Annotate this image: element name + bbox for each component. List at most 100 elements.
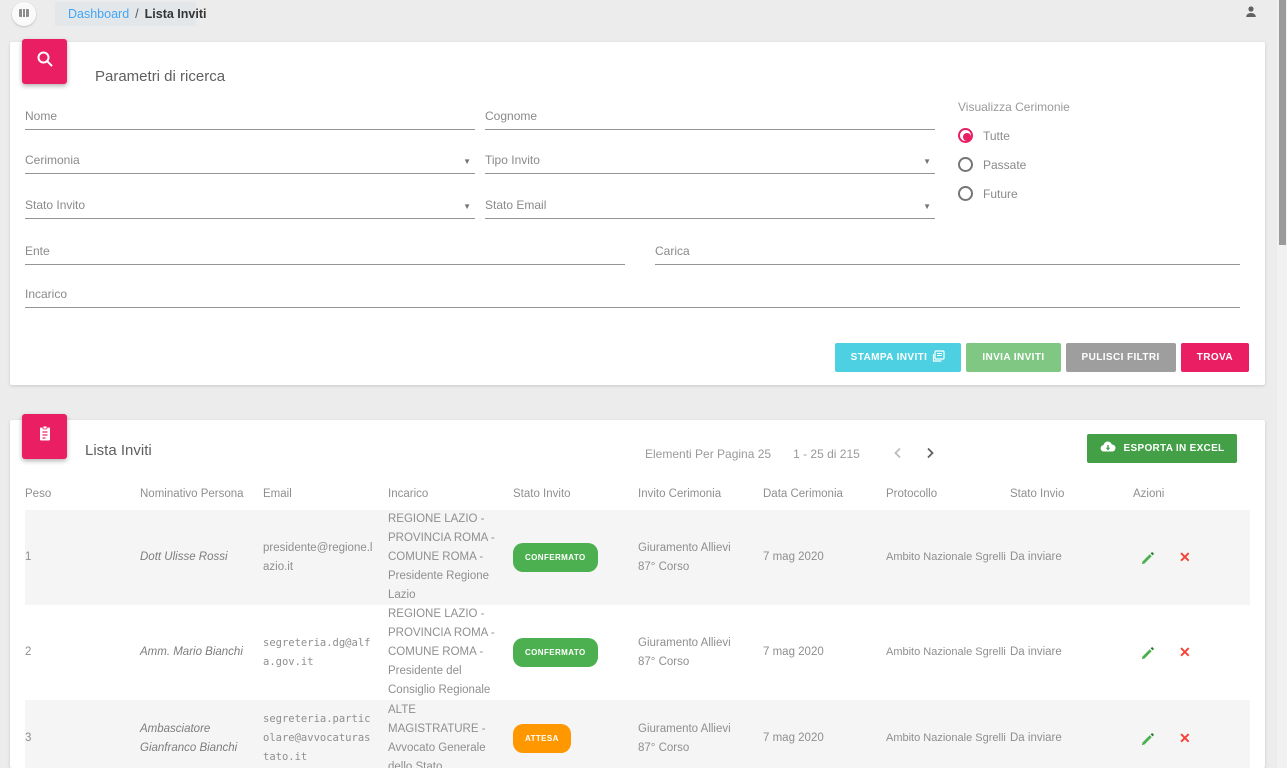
search-card-icon (22, 39, 67, 84)
list-card-title: Lista Inviti (85, 442, 152, 459)
scrollbar-thumb[interactable] (1279, 0, 1286, 245)
radio-tutte[interactable]: Tutte (958, 128, 1070, 143)
radio-icon (958, 186, 973, 201)
person-icon (1244, 5, 1258, 24)
col-stato-invito: Stato Invito (513, 485, 638, 504)
cognome-field[interactable]: Cognome (485, 104, 935, 130)
stato-email-select[interactable]: Stato Email ▼ (485, 193, 935, 219)
inviti-table: Peso Nominativo Persona Email Incarico S… (25, 478, 1250, 768)
visualizza-cerimonie-group: Visualizza Cerimonie Tutte Passate Futur… (958, 100, 1070, 201)
cell-azioni: ✕ (1133, 643, 1250, 662)
invia-inviti-label: INVIA INVITI (982, 352, 1044, 363)
ente-field[interactable]: Ente (25, 239, 625, 265)
cell-peso: 1 (25, 548, 140, 567)
topbar: Dashboard / Lista Inviti (0, 0, 1287, 28)
edit-button[interactable] (1141, 732, 1155, 746)
radio-passate-label: Passate (983, 158, 1026, 172)
cerimonia-select[interactable]: Cerimonia▼ (25, 148, 475, 174)
col-stato-invio: Stato Invio (1010, 485, 1133, 504)
radio-future-label: Future (983, 187, 1018, 201)
next-page-button[interactable] (918, 442, 942, 466)
stampa-inviti-button[interactable]: STAMPA INVITI (835, 343, 962, 372)
user-menu-button[interactable] (1242, 5, 1260, 23)
cell-invito-cerimonia: Giuramento Allievi 87° Corso (638, 720, 763, 758)
chevron-down-icon: ▼ (923, 157, 931, 166)
nome-field[interactable]: Nome (25, 104, 475, 130)
stampa-inviti-label: STAMPA INVITI (851, 352, 928, 363)
cell-nominativo: Ambasciatore Gianfranco Bianchi (140, 720, 263, 758)
menu-icon (18, 7, 30, 22)
delete-button[interactable]: ✕ (1179, 643, 1191, 662)
status-badge: ATTESA (513, 724, 571, 753)
cognome-field-label: Cognome (485, 109, 537, 123)
esporta-excel-button[interactable]: ESPORTA IN EXCEL (1087, 434, 1237, 463)
cell-protocollo: Ambito Nazionale Sgrelli (886, 548, 1010, 567)
tipo-invito-select-label: Tipo Invito (485, 153, 540, 167)
cell-azioni: ✕ (1133, 729, 1250, 748)
cell-email: segreteria.dg@alfa.gov.it (263, 634, 388, 672)
trova-label: TROVA (1197, 352, 1233, 363)
nome-field-label: Nome (25, 109, 57, 123)
search-actions: STAMPA INVITI INVIA INVITI PULISCI FILTR… (835, 343, 1249, 372)
search-card: Parametri di ricerca Nome Cognome Cerimo… (10, 42, 1265, 385)
cell-stato-invito: ATTESA (513, 724, 638, 753)
carica-field[interactable]: Carica (655, 239, 1240, 265)
cell-email: presidente@regione.lazio.it (263, 539, 388, 577)
status-badge: CONFERMATO (513, 638, 598, 667)
delete-button[interactable]: ✕ (1179, 729, 1191, 748)
chevron-down-icon: ▼ (923, 202, 931, 211)
per-page-label[interactable]: Elementi Per Pagina 25 (645, 447, 771, 461)
trova-button[interactable]: TROVA (1181, 343, 1249, 372)
esporta-excel-label: ESPORTA IN EXCEL (1124, 443, 1225, 454)
carica-field-label: Carica (655, 244, 690, 258)
search-card-title: Parametri di ricerca (95, 68, 225, 85)
col-incarico: Incarico (388, 485, 513, 504)
cerimonia-select-label: Cerimonia (25, 153, 80, 167)
edit-button[interactable] (1141, 551, 1155, 565)
status-badge: CONFERMATO (513, 543, 598, 572)
breadcrumb-dashboard-link[interactable]: Dashboard (68, 7, 129, 21)
radio-passate[interactable]: Passate (958, 157, 1070, 172)
clipboard-icon (36, 425, 54, 448)
chevron-down-icon: ▼ (463, 202, 471, 211)
incarico-field[interactable]: Incarico (25, 282, 1240, 308)
cell-invito-cerimonia: Giuramento Allievi 87° Corso (638, 634, 763, 672)
col-nominativo: Nominativo Persona (140, 485, 263, 504)
breadcrumb-current: Lista Inviti (145, 7, 207, 21)
col-email: Email (263, 485, 388, 504)
breadcrumb-separator: / (135, 7, 138, 21)
cloud-download-icon (1100, 441, 1116, 456)
stato-email-select-label: Stato Email (485, 198, 546, 212)
edit-button[interactable] (1141, 646, 1155, 660)
col-peso: Peso (25, 485, 140, 504)
pulisci-filtri-button[interactable]: PULISCI FILTRI (1066, 343, 1176, 372)
cell-peso: 3 (25, 729, 140, 748)
radio-future[interactable]: Future (958, 186, 1070, 201)
prev-page-button[interactable] (886, 442, 910, 466)
col-invito-cerimonia: Invito Cerimonia (638, 485, 763, 504)
cell-data-cerimonia: 7 mag 2020 (763, 548, 886, 567)
cell-data-cerimonia: 7 mag 2020 (763, 729, 886, 748)
cell-incarico: ALTE MAGISTRATURE - Avvocato Generale de… (388, 701, 513, 768)
col-data-cerimonia: Data Cerimonia (763, 485, 886, 504)
cell-peso: 2 (25, 643, 140, 662)
delete-button[interactable]: ✕ (1179, 548, 1191, 567)
menu-button[interactable] (12, 2, 36, 26)
breadcrumb: Dashboard / Lista Inviti (68, 7, 206, 21)
scrollbar-track[interactable] (1277, 0, 1287, 768)
pagination: Elementi Per Pagina 25 1 - 25 di 215 (645, 442, 942, 466)
table-header-row: Peso Nominativo Persona Email Incarico S… (25, 478, 1250, 510)
table-row[interactable]: 2 Amm. Mario Bianchi segreteria.dg@alfa.… (25, 605, 1250, 700)
page-range: 1 - 25 di 215 (793, 447, 860, 461)
ente-field-label: Ente (25, 244, 50, 258)
tipo-invito-select[interactable]: Tipo Invito ▼ (485, 148, 935, 174)
cell-protocollo: Ambito Nazionale Sgrelli (886, 729, 1010, 748)
table-row[interactable]: 1 Dott Ulisse Rossi presidente@regione.l… (25, 510, 1250, 605)
col-azioni: Azioni (1133, 485, 1250, 504)
cell-email: segreteria.particolare@avvocaturastato.i… (263, 710, 388, 767)
invia-inviti-button[interactable]: INVIA INVITI (966, 343, 1060, 372)
cell-data-cerimonia: 7 mag 2020 (763, 643, 886, 662)
stato-invito-select[interactable]: Stato Invito▼ (25, 193, 475, 219)
col-protocollo: Protocollo (886, 485, 1010, 504)
table-row[interactable]: 3 Ambasciatore Gianfranco Bianchi segret… (25, 700, 1250, 768)
